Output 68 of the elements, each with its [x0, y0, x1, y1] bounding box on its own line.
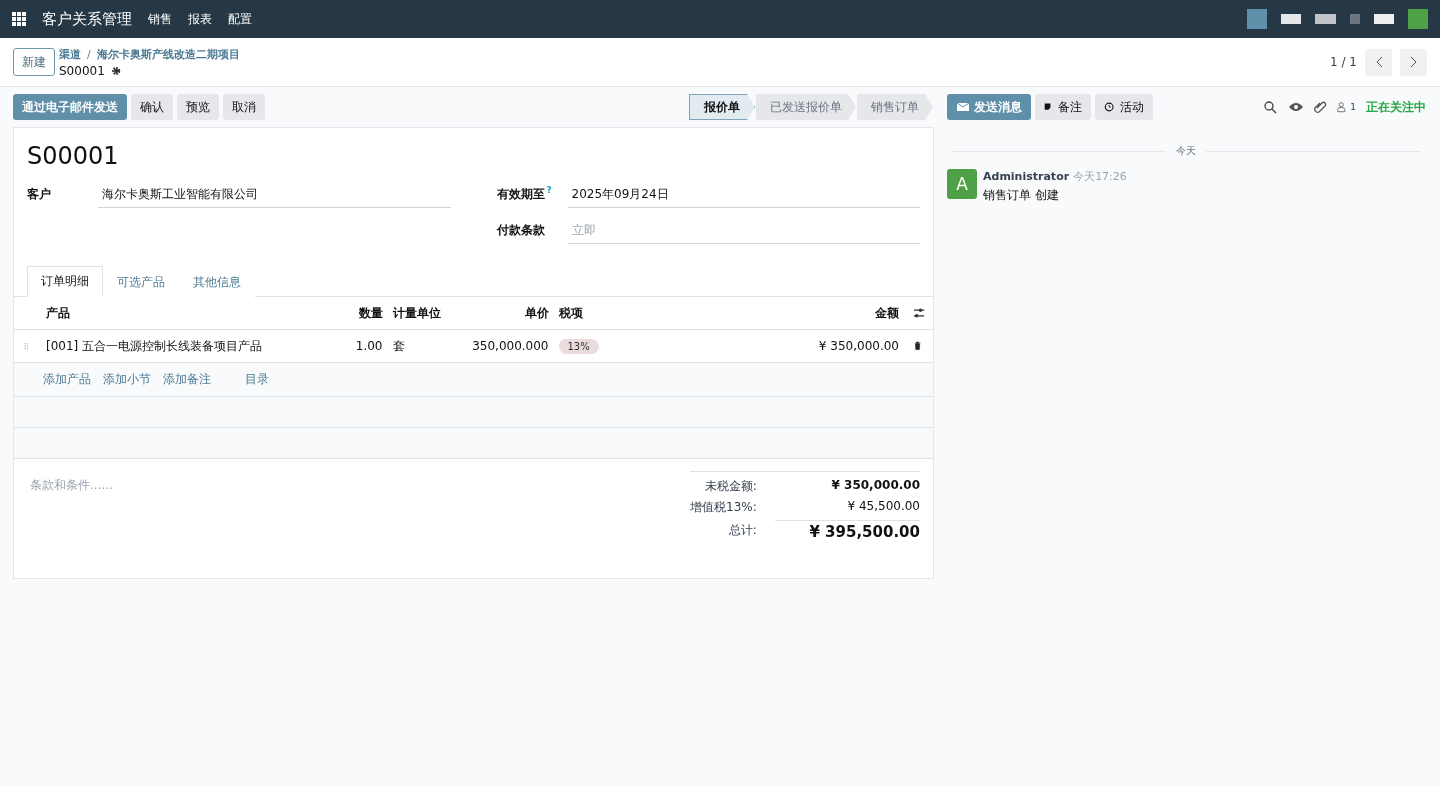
chatter-button[interactable]: 活动: [1095, 94, 1153, 120]
blurred-tray-icon[interactable]: [1281, 14, 1301, 24]
column-header[interactable]: 税项: [554, 297, 615, 330]
tax-tag: 13%: [558, 338, 599, 354]
new-button[interactable]: 新建: [13, 48, 55, 76]
blurred-tray-icon[interactable]: [1408, 9, 1428, 29]
action-button[interactable]: 取消: [223, 94, 265, 120]
user-avatar: A: [947, 169, 977, 199]
app-grid-icon[interactable]: [12, 12, 26, 26]
chatter-button[interactable]: 备注: [1035, 94, 1091, 120]
column-header[interactable]: 产品: [42, 297, 333, 330]
action-button[interactable]: 预览: [177, 94, 219, 120]
total-value: ¥ 45,500.00: [846, 499, 920, 515]
add-line-link[interactable]: 添加小节: [103, 371, 151, 388]
total-value: ¥ 350,000.00: [830, 478, 920, 494]
total-label: 增值税13%:: [690, 499, 758, 516]
add-line-link[interactable]: 添加备注: [163, 371, 211, 388]
chevron-left-icon: [1374, 56, 1383, 68]
menu-item[interactable]: 报表: [188, 10, 212, 28]
column-header[interactable]: 数量: [332, 297, 389, 330]
status-stage[interactable]: 销售订单: [857, 94, 933, 120]
chatter-button[interactable]: 发送消息: [947, 94, 1031, 120]
envelope-icon: [956, 100, 970, 114]
breadcrumb-link[interactable]: 渠道: [59, 46, 81, 62]
chevron-right-icon: [1409, 56, 1418, 68]
record-name: S00001: [59, 63, 105, 78]
action-button[interactable]: 确认: [131, 94, 173, 120]
field-label: 付款条款: [496, 222, 546, 239]
blurred-tray-icon[interactable]: [1374, 14, 1394, 24]
blurred-tray-icon[interactable]: [1315, 14, 1336, 24]
app-title[interactable]: 客户关系管理: [42, 9, 132, 29]
paperclip-icon: [1313, 100, 1328, 114]
message-author: Administrator: [983, 170, 1070, 183]
input-field[interactable]: 2025年09月24日: [567, 182, 920, 208]
total-label: 未税金额:: [703, 478, 758, 495]
previous-button[interactable]: [1365, 48, 1392, 76]
breadcrumb-link[interactable]: 海尔卡奥斯产线改造二期项目: [96, 46, 240, 62]
status-stage[interactable]: 已发送报价单: [756, 94, 856, 120]
menu-item[interactable]: 销售: [148, 10, 172, 28]
tab[interactable]: 订单明细: [27, 266, 103, 297]
breadcrumb-separator: /: [87, 47, 91, 61]
message-text: 销售订单 创建: [983, 187, 1060, 204]
total-value: ¥ 395,500.00: [774, 520, 920, 541]
add-line-link[interactable]: 添加产品: [43, 371, 91, 388]
customer-field[interactable]: 海尔卡奥斯工业智能有限公司: [98, 182, 451, 208]
column-header[interactable]: 单价: [454, 297, 555, 330]
menu-item[interactable]: 配置: [228, 10, 252, 28]
person-icon: [1337, 100, 1349, 114]
action-button[interactable]: 通过电子邮件发送: [13, 94, 127, 120]
field-label: 客户: [27, 186, 52, 203]
column-header[interactable]: 金额: [614, 297, 905, 330]
follower-count: 1: [1350, 102, 1356, 112]
search-icon: [1263, 100, 1278, 114]
message-time: 今天17:26: [1073, 169, 1127, 184]
clock-icon: [1104, 100, 1116, 114]
total-label: 总计:: [727, 522, 758, 539]
next-button[interactable]: [1400, 48, 1427, 76]
column-header[interactable]: 计量单位: [388, 297, 455, 330]
eye-icon: [1287, 100, 1304, 114]
blurred-tray-icon[interactable]: [1247, 9, 1267, 29]
pager-value: 1 / 1: [1330, 55, 1357, 69]
sliders-icon: [912, 306, 926, 320]
blurred-tray-icon[interactable]: [1350, 14, 1360, 24]
status-stage[interactable]: 报价单: [689, 94, 755, 120]
date-separator: 今天: [1176, 144, 1196, 158]
add-line-link[interactable]: 目录: [245, 371, 269, 388]
field-label: 有效期至 $^{?}$: [496, 185, 553, 203]
record-title: S00001: [27, 142, 120, 170]
